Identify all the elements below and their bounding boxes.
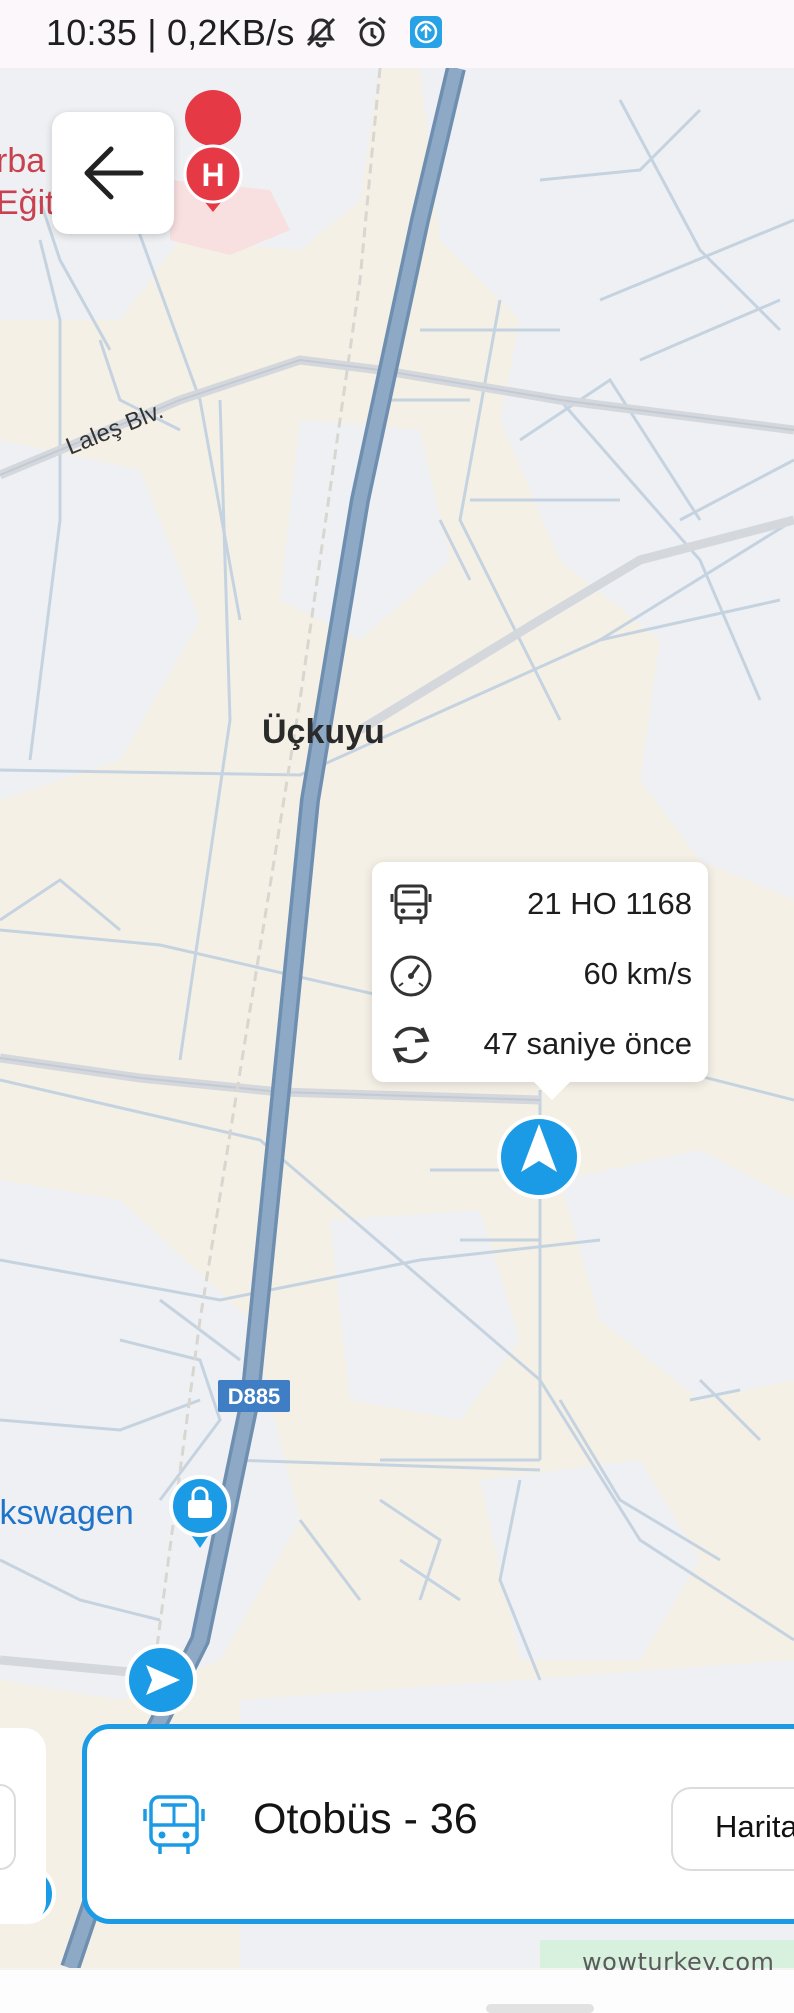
back-button[interactable] [52,112,174,234]
vehicle-last-update: 47 saniye önce [483,1026,692,1061]
map-button[interactable]: Harita [671,1787,794,1871]
refresh-icon [392,1026,430,1064]
vehicle-navigation-marker-icon[interactable] [497,1115,581,1199]
vehicle-speed: 60 km/s [583,956,692,991]
direction-arrow-marker-icon[interactable] [125,1644,197,1716]
hospital-label-line1: rba [0,142,45,180]
vehicle-info-card: 21 HO 1168 60 km/s 47 saniye önce [372,862,708,1100]
district-label: Üçkuyu [262,713,385,751]
bus-icon [390,884,432,924]
route-label: Otobüs - 36 [253,1795,478,1843]
speedometer-icon [390,955,432,997]
alarm-clock-icon [358,16,386,47]
screen: 10:35 | 0,2KB/s D885 Laleş Blv. Üçkuyu r… [0,0,794,2013]
upload-notification-icon [410,16,442,48]
navigation-bar [0,1970,794,2013]
hospital-label-line2: Eğit [0,184,55,222]
poi-brand-label: lkswagen [0,1494,134,1532]
previous-route-card[interactable] [0,1728,46,1924]
route-card[interactable]: Otobüs - 36 Harita [82,1724,794,1924]
home-indicator[interactable] [486,2004,594,2013]
mute-bell-icon [306,17,336,48]
svg-text:H: H [201,157,224,193]
arrow-left-icon [84,146,144,200]
bus-icon [143,1795,205,1854]
previous-card-button[interactable] [0,1784,16,1870]
vehicle-update-row: 47 saniye önce [372,1010,708,1080]
highway-label: D885 [228,1384,281,1409]
vehicle-plate: 21 HO 1168 [527,886,692,921]
status-bar: 10:35 | 0,2KB/s [0,0,794,68]
vehicle-plate-row: 21 HO 1168 [372,870,708,940]
vehicle-speed-row: 60 km/s [372,940,708,1010]
status-time-speed: 10:35 | 0,2KB/s [46,12,295,53]
